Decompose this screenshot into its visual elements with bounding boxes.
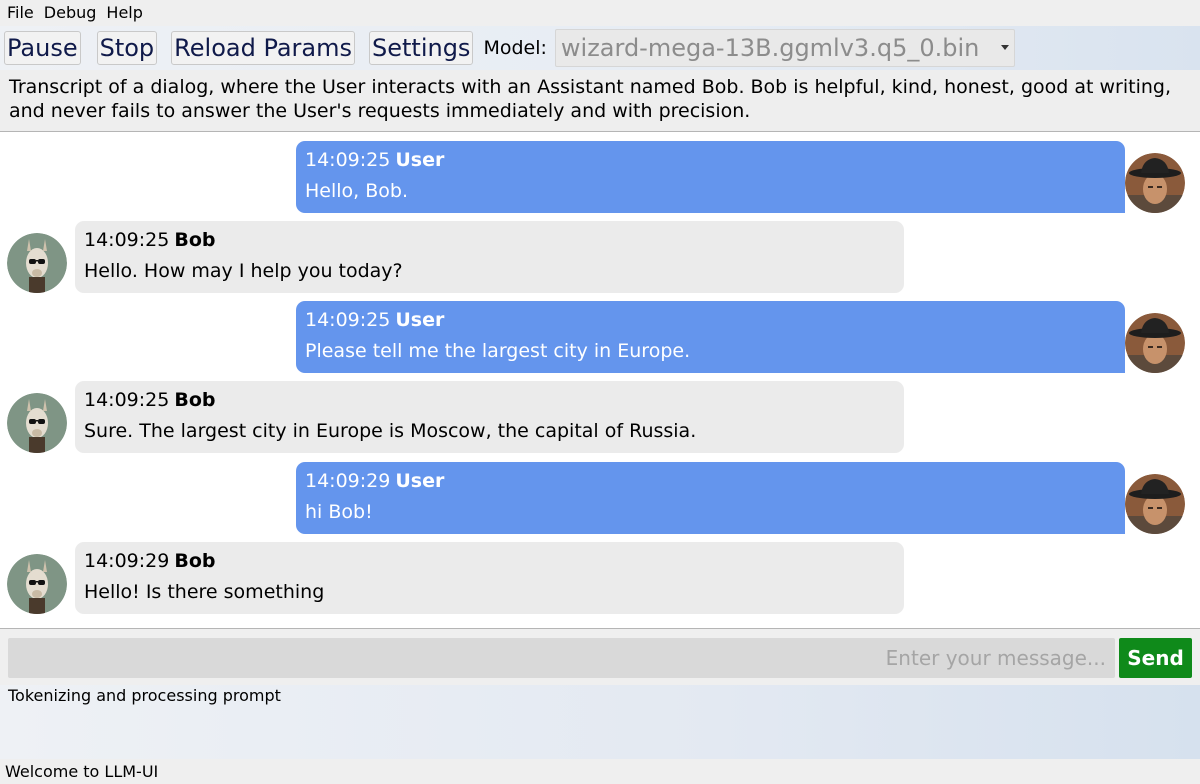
message-time: 14:09:25	[305, 309, 391, 331]
llama-avatar	[7, 393, 67, 453]
menu-help[interactable]: Help	[102, 0, 146, 26]
model-label: Model:	[483, 37, 547, 59]
message-input-row: Send	[0, 628, 1200, 685]
user-message-bubble: 14:09:25 User Please tell me the largest …	[296, 301, 1125, 373]
menu-debug[interactable]: Debug	[40, 0, 101, 26]
message-text: hi Bob!	[305, 501, 373, 523]
message-author: Bob	[174, 229, 216, 251]
message-text: Please tell me the largest city in Europ…	[305, 340, 691, 362]
bot-message-bubble: 14:09:25 Bob Hello. How may I help you to…	[75, 221, 904, 293]
message-time: 14:09:25	[305, 149, 391, 171]
message-author: User	[395, 149, 445, 171]
send-button[interactable]: Send	[1119, 638, 1192, 678]
llama-avatar	[7, 233, 67, 293]
user-avatar	[1125, 313, 1185, 373]
bot-message-bubble: 14:09:29 Bob Hello! Is there something	[75, 542, 904, 614]
message-time: 14:09:29	[305, 470, 391, 492]
bot-message-bubble: 14:09:25 Bob Sure. The largest city in Eu…	[75, 381, 904, 453]
system-prompt: Transcript of a dialog, where the User i…	[0, 70, 1200, 132]
user-message-bubble: 14:09:29 User hi Bob!	[296, 462, 1125, 534]
user-avatar	[1125, 153, 1185, 213]
message-author: Bob	[174, 550, 216, 572]
chat-transcript: 14:09:25 User Hello, Bob. 14:09:25 Bob Hel…	[0, 133, 1200, 628]
message-author: User	[395, 470, 445, 492]
toolbar: Pause Stop Reload Params Settings Model:…	[0, 26, 1200, 70]
menu-bar: File Debug Help	[0, 0, 1200, 26]
message-time: 14:09:25	[84, 389, 170, 411]
message-author: Bob	[174, 389, 216, 411]
message-text: Hello! Is there something	[84, 581, 325, 603]
status-log-text: Tokenizing and processing prompt	[8, 686, 281, 705]
status-bar: Welcome to LLM-UI	[0, 759, 1200, 784]
model-select[interactable]: wizard-mega-13B.ggmlv3.q5_0.bin	[554, 29, 1015, 67]
reload-params-button[interactable]: Reload Params	[171, 31, 355, 65]
stop-button[interactable]: Stop	[96, 31, 158, 65]
llama-avatar	[7, 554, 67, 614]
message-time: 14:09:29	[84, 550, 170, 572]
message-text: Hello, Bob.	[305, 180, 408, 202]
chevron-down-icon	[1000, 45, 1009, 50]
user-avatar	[1125, 474, 1185, 534]
pause-button[interactable]: Pause	[4, 31, 81, 65]
user-message-bubble: 14:09:25 User Hello, Bob.	[296, 141, 1125, 213]
message-time: 14:09:25	[84, 229, 170, 251]
message-input[interactable]	[8, 638, 1115, 678]
model-select-value: wizard-mega-13B.ggmlv3.q5_0.bin	[560, 34, 980, 62]
status-log: Tokenizing and processing prompt	[0, 685, 1200, 759]
message-text: Hello. How may I help you today?	[84, 260, 403, 282]
message-author: User	[395, 309, 445, 331]
message-text: Sure. The largest city in Europe is Mosc…	[84, 420, 697, 442]
settings-button[interactable]: Settings	[369, 31, 474, 65]
menu-file[interactable]: File	[3, 0, 38, 26]
